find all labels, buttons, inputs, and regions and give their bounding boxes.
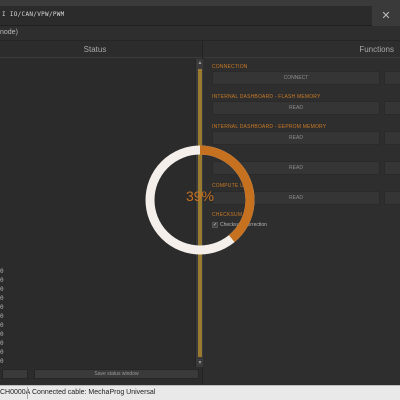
status-footer: Save status window xyxy=(0,369,203,384)
compute-secondary-button[interactable] xyxy=(384,191,400,205)
memory-secondary-button[interactable] xyxy=(384,161,400,175)
group-title-eeprom: INTERNAL DASHBOARD - EEPROM MEMORY xyxy=(212,124,327,130)
connect-secondary-button[interactable] xyxy=(384,71,400,85)
log-line: 0 xyxy=(0,313,4,320)
connect-button[interactable]: CONNECT xyxy=(212,71,380,85)
group-title-flash: INTERNAL DASHBOARD - FLASH MEMORY xyxy=(212,94,321,100)
cable-status: Connected cable: MechaProg Universal xyxy=(32,389,156,396)
log-line: 0 xyxy=(0,295,4,302)
flash-read-button[interactable]: READ xyxy=(212,101,380,115)
log-line: 0 xyxy=(0,331,4,338)
log-line: 0 xyxy=(0,349,4,356)
clear-status-button[interactable] xyxy=(2,369,28,379)
close-icon[interactable]: ✕ xyxy=(372,6,400,26)
status-header: Status xyxy=(0,41,202,58)
log-line: 0 xyxy=(0,358,4,365)
bottom-status-bar: CH0000A Connected cable: MechaProg Unive… xyxy=(0,385,400,400)
functions-header: Functions xyxy=(204,41,400,58)
log-line: 0 xyxy=(0,268,4,275)
log-line: 0 xyxy=(0,322,4,329)
status-separator xyxy=(27,387,28,399)
log-line: 0 xyxy=(0,277,4,284)
eeprom-secondary-button[interactable] xyxy=(384,131,400,145)
functions-title: Functions xyxy=(359,45,394,54)
log-line: 0 xyxy=(0,286,4,293)
scroll-down-icon[interactable]: ▼ xyxy=(196,359,204,367)
progress-percent: 39% xyxy=(185,188,215,204)
window-title-bar: I IO/CAN/VPW/PWM ✕ xyxy=(0,6,400,26)
flash-secondary-button[interactable] xyxy=(384,101,400,115)
window-title: I IO/CAN/VPW/PWM xyxy=(2,11,65,18)
status-title: Status xyxy=(83,45,107,54)
save-status-button[interactable]: Save status window xyxy=(34,369,199,379)
scroll-up-icon[interactable]: ▲ xyxy=(196,59,204,67)
mode-text: node) xyxy=(0,29,18,36)
log-line: 0 xyxy=(0,340,4,347)
group-title-connection: CONNECTION xyxy=(212,64,248,70)
log-line: 0 xyxy=(0,304,4,311)
device-id: CH0000A xyxy=(0,389,31,396)
mode-bar: node) xyxy=(0,27,400,41)
